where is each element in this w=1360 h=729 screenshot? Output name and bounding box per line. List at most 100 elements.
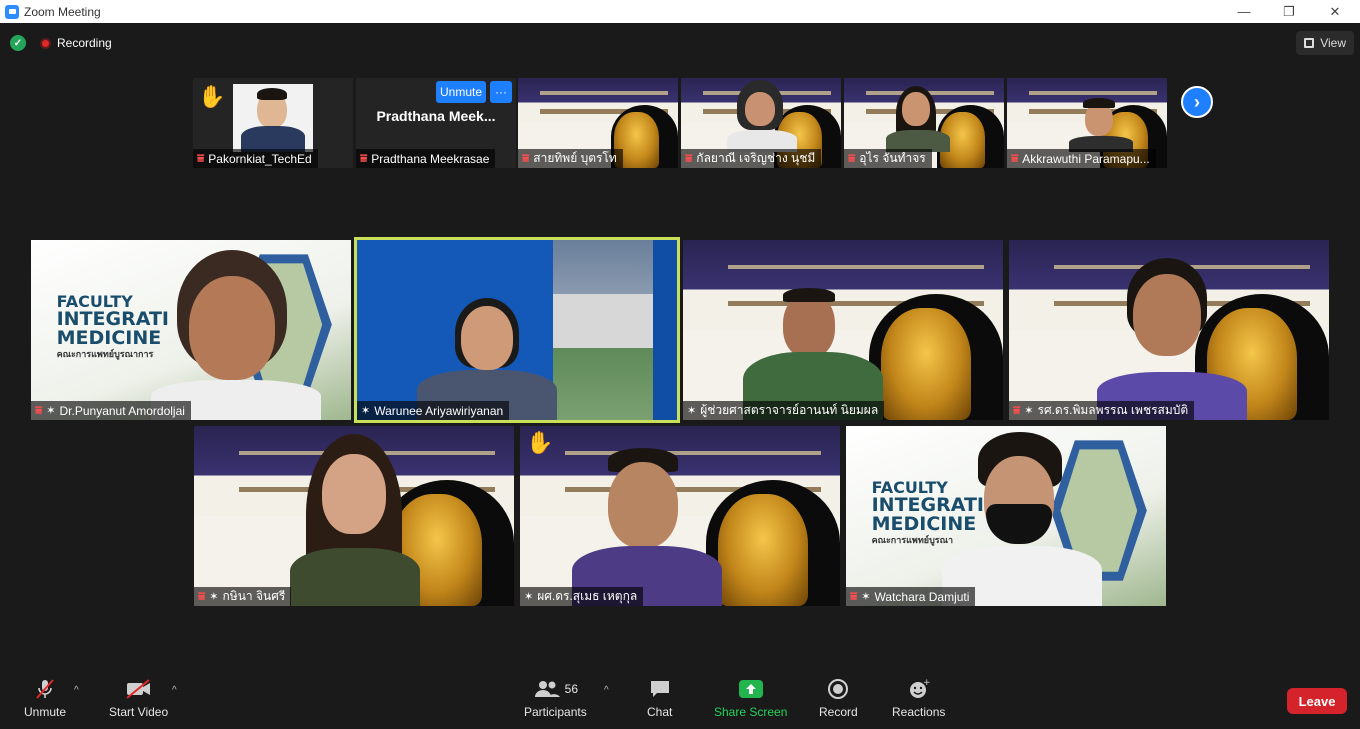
- record-icon: [827, 677, 849, 701]
- video-tile-punyanut[interactable]: FACULTY INTEGRATI MEDICINE คณะการแพทย์บู…: [31, 240, 351, 420]
- muted-mic-icon: ⩸: [198, 589, 206, 603]
- reactions-smiley-icon: +: [908, 677, 930, 701]
- participant-name: ผศ.ดร.สุเมธ เหตุกุล: [537, 589, 638, 603]
- participant-name: Pradthana Meekrasae: [371, 151, 490, 166]
- video-tile-kasina[interactable]: ⩸ ✶ กษินา จินศรี: [194, 426, 514, 606]
- background-text-line: MEDICINE: [56, 327, 162, 349]
- spotlight-pin-icon: ✶: [861, 591, 871, 603]
- view-button[interactable]: View: [1296, 31, 1354, 55]
- strip-tile-akkrawuthi[interactable]: ⩸ Akkrawuthi Paramapu...: [1007, 78, 1167, 168]
- strip-tile-kanlayanee[interactable]: ⩸ กัลยาณี เจริญช่าง นุชมี: [681, 78, 841, 168]
- record-button[interactable]: Record: [819, 677, 858, 719]
- next-page-button[interactable]: ›: [1181, 86, 1213, 118]
- participants-button[interactable]: 56 Participants: [524, 677, 587, 719]
- meeting-toolbar: Unmute ^ Start Video ^ 56 Participants ^…: [0, 671, 1360, 729]
- participant-name: Pakornkiat_TechEd: [208, 151, 312, 166]
- start-video-label: Start Video: [109, 705, 169, 719]
- audio-options-chevron-icon[interactable]: ^: [74, 685, 79, 696]
- minimize-button[interactable]: —: [1221, 0, 1267, 23]
- spotlight-pin-icon: ✶: [361, 405, 371, 417]
- participant-name-bar: ⩸ Pradthana Meekrasae: [356, 149, 496, 168]
- background-text-line: คณะการแพทย์บูรณา: [871, 536, 954, 546]
- muted-mic-icon: ⩸: [197, 151, 205, 165]
- video-options-chevron-icon[interactable]: ^: [172, 685, 177, 696]
- participants-options-chevron-icon[interactable]: ^: [604, 685, 609, 696]
- muted-mic-icon: ⩸: [685, 151, 693, 165]
- svg-text:+: +: [923, 678, 930, 688]
- participant-name: กษินา จินศรี: [222, 589, 286, 603]
- chat-label: Chat: [647, 705, 673, 719]
- participant-name-bar: ⩸ Pakornkiat_TechEd: [193, 149, 318, 168]
- video-tile-anon[interactable]: ✶ ผู้ช่วยศาสตราจารย์อานนท์ นิยมผล: [683, 240, 1003, 420]
- participant-name: กัลยาณี เจริญช่าง นุชมี: [696, 151, 816, 165]
- participant-name: อุไร จันทำจร: [859, 151, 926, 165]
- participant-name-bar: ✶ Warunee Ariyawiriyanan: [357, 401, 510, 420]
- spotlight-pin-icon: ✶: [524, 591, 534, 603]
- video-tile-pimolpan[interactable]: ⩸ ✶ รศ.ดร.พิมลพรรณ เพชรสมบัติ: [1009, 240, 1329, 420]
- background-text-line: คณะการแพทย์บูรณาการ: [56, 350, 154, 360]
- start-video-button[interactable]: Start Video: [109, 677, 168, 719]
- window-title: Zoom Meeting: [24, 4, 101, 19]
- spotlight-pin-icon: ✶: [687, 405, 697, 417]
- grid-view-icon: [1304, 38, 1315, 48]
- muted-mic-icon: ⩸: [850, 589, 858, 603]
- muted-mic-icon: ⩸: [360, 151, 368, 165]
- strip-tile-pakornkiat[interactable]: ✋ ⩸ Pakornkiat_TechEd: [193, 78, 353, 168]
- muted-microphone-icon: [34, 677, 56, 701]
- reactions-button[interactable]: + Reactions: [892, 677, 945, 719]
- participants-icon: 56: [533, 677, 578, 701]
- muted-mic-icon: ⩸: [1011, 151, 1019, 165]
- chat-button[interactable]: Chat: [647, 677, 672, 719]
- participant-more-button[interactable]: ···: [490, 81, 512, 103]
- participant-name-bar: ✶ ผู้ช่วยศาสตราจารย์อานนท์ นิยมผล: [683, 401, 885, 420]
- recording-label: Recording: [57, 36, 112, 50]
- share-screen-label: Share Screen: [714, 705, 788, 719]
- participant-name: Warunee Ariyawiriyanan: [374, 403, 504, 418]
- participant-name: Akkrawuthi Paramapu...: [1022, 151, 1150, 166]
- participant-name-bar: ⩸ กัลยาณี เจริญช่าง นุชมี: [681, 149, 822, 168]
- participant-name: สายทิพย์ บุตรโท: [533, 151, 617, 165]
- close-button[interactable]: ✕: [1312, 0, 1358, 23]
- leave-meeting-button[interactable]: Leave: [1287, 688, 1347, 714]
- participant-name: Watchara Damjuti: [874, 589, 970, 604]
- participant-name: Dr.Punyanut Amordoljai: [59, 403, 185, 418]
- share-screen-button[interactable]: Share Screen: [714, 677, 787, 719]
- video-tile-sumet[interactable]: ✋ ✶ ผศ.ดร.สุเมธ เหตุกุล: [520, 426, 840, 606]
- participants-count: 56: [564, 682, 579, 696]
- participant-display-name: Pradthana Meek...: [376, 108, 496, 124]
- participant-name-bar: ⩸ อุไร จันทำจร: [844, 149, 932, 168]
- raised-hand-icon: ✋: [198, 84, 226, 109]
- participant-name: ผู้ช่วยศาสตราจารย์อานนท์ นิยมผล: [700, 403, 879, 417]
- spotlight-pin-icon: ✶: [209, 591, 219, 603]
- participants-label: Participants: [524, 705, 587, 719]
- background-text-line: MEDICINE: [871, 513, 977, 535]
- video-off-icon: [125, 677, 153, 701]
- participant-name-bar: ⩸ ✶ กษินา จินศรี: [194, 587, 292, 606]
- meeting-status: ✓ Recording: [10, 35, 112, 51]
- restore-button[interactable]: ❐: [1266, 0, 1312, 23]
- spotlight-pin-icon: ✶: [46, 405, 56, 417]
- participant-name-bar: ⩸ ✶ Watchara Damjuti: [846, 587, 976, 606]
- zoom-app-icon: [5, 4, 19, 19]
- unmute-label: Unmute: [24, 705, 67, 719]
- participant-name-bar: ✶ ผศ.ดร.สุเมธ เหตุกุล: [520, 587, 644, 606]
- muted-mic-icon: ⩸: [848, 151, 856, 165]
- title-bar: Zoom Meeting — ❐ ✕: [0, 0, 1360, 23]
- participant-name-bar: ⩸ ✶ รศ.ดร.พิมลพรรณ เพชรสมบัติ: [1009, 401, 1195, 420]
- video-tile-warunee-active-speaker[interactable]: ✶ Warunee Ariyawiriyanan: [354, 237, 680, 423]
- share-screen-icon: [738, 677, 764, 701]
- unmute-participant-button[interactable]: Unmute: [436, 81, 486, 103]
- record-label: Record: [819, 705, 858, 719]
- strip-tile-saithip[interactable]: ⩸ สายทิพย์ บุตรโท: [518, 78, 678, 168]
- participant-name-bar: ⩸ สายทิพย์ บุตรโท: [518, 149, 623, 168]
- reactions-label: Reactions: [892, 705, 946, 719]
- strip-tile-urai[interactable]: ⩸ อุไร จันทำจร: [844, 78, 1004, 168]
- unmute-button[interactable]: Unmute: [24, 677, 66, 719]
- muted-mic-icon: ⩸: [35, 403, 43, 417]
- participant-name: รศ.ดร.พิมลพรรณ เพชรสมบัติ: [1037, 403, 1189, 417]
- video-tile-watchara[interactable]: FACULTY INTEGRATI MEDICINE คณะการแพทย์บู…: [846, 426, 1166, 606]
- recording-indicator[interactable]: Recording: [40, 36, 112, 50]
- encryption-shield-icon[interactable]: ✓: [10, 35, 26, 51]
- muted-mic-icon: ⩸: [522, 151, 530, 165]
- recording-dot-icon: [40, 37, 51, 49]
